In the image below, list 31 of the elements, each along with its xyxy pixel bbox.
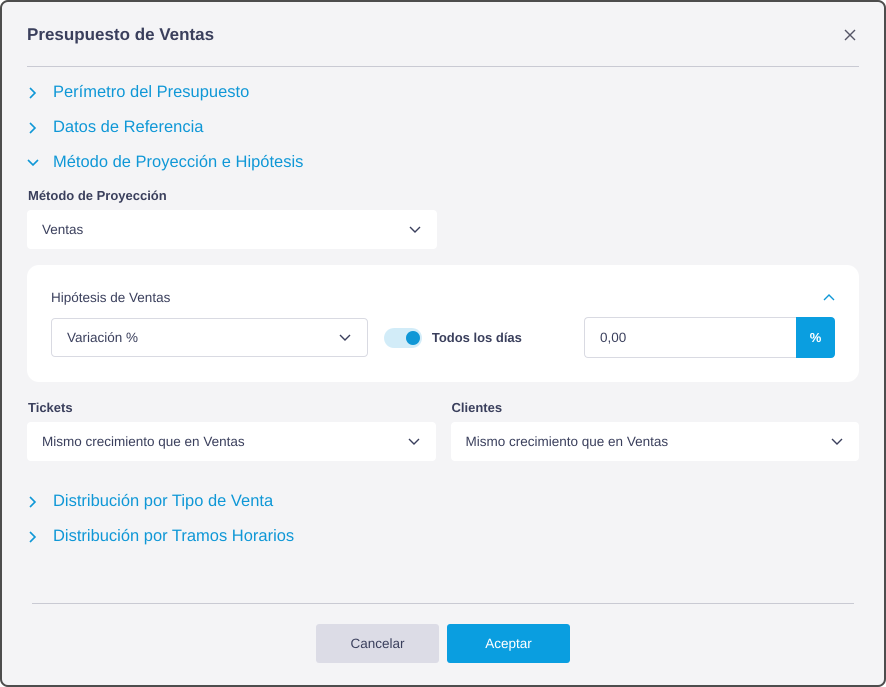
card-title: Hipótesis de Ventas [51, 290, 170, 304]
section-header[interactable]: Método de Proyección e Hipótesis [27, 145, 304, 180]
accept-button[interactable]: Aceptar [447, 624, 570, 663]
dropdown[interactable]: Mismo crecimiento que en Ventas [27, 422, 436, 461]
dropdown[interactable]: Ventas [27, 210, 437, 249]
chevron-right-icon [27, 86, 39, 98]
dropdown[interactable]: Variación % [51, 318, 368, 357]
close-icon[interactable] [844, 29, 856, 41]
dropdown[interactable]: Mismo crecimiento que en Ventas [450, 422, 859, 461]
toggle-label: Todos los días [432, 330, 522, 345]
unit-button[interactable]: % [796, 317, 835, 358]
section-header[interactable]: Perímetro del Presupuesto [27, 75, 250, 110]
input-field[interactable]: 0,00 [584, 317, 796, 358]
field-label: Clientes [452, 400, 504, 415]
chevron-down-icon [831, 438, 843, 446]
field-label: Método de Proyección [28, 188, 168, 203]
chevron-up-icon[interactable] [823, 293, 835, 301]
chevron-down-icon [338, 334, 351, 342]
section-header[interactable]: Datos de Referencia [27, 110, 204, 145]
dialog-title: Presupuesto de Ventas [27, 25, 214, 45]
chevron-right-icon [27, 122, 39, 134]
chevron-down-icon [409, 226, 421, 234]
chevron-down-icon [27, 158, 39, 166]
chevron-down-icon [408, 438, 420, 446]
chevron-right-icon [27, 496, 39, 508]
section-header[interactable]: Distribución por Tipo de Venta [27, 484, 274, 519]
toggle-switch[interactable] [384, 328, 422, 348]
cancel-button[interactable]: Cancelar [316, 624, 439, 663]
section-header[interactable]: Distribución por Tramos Horarios [27, 519, 294, 554]
field-label: Tickets [28, 400, 74, 415]
chevron-right-icon [27, 530, 39, 542]
